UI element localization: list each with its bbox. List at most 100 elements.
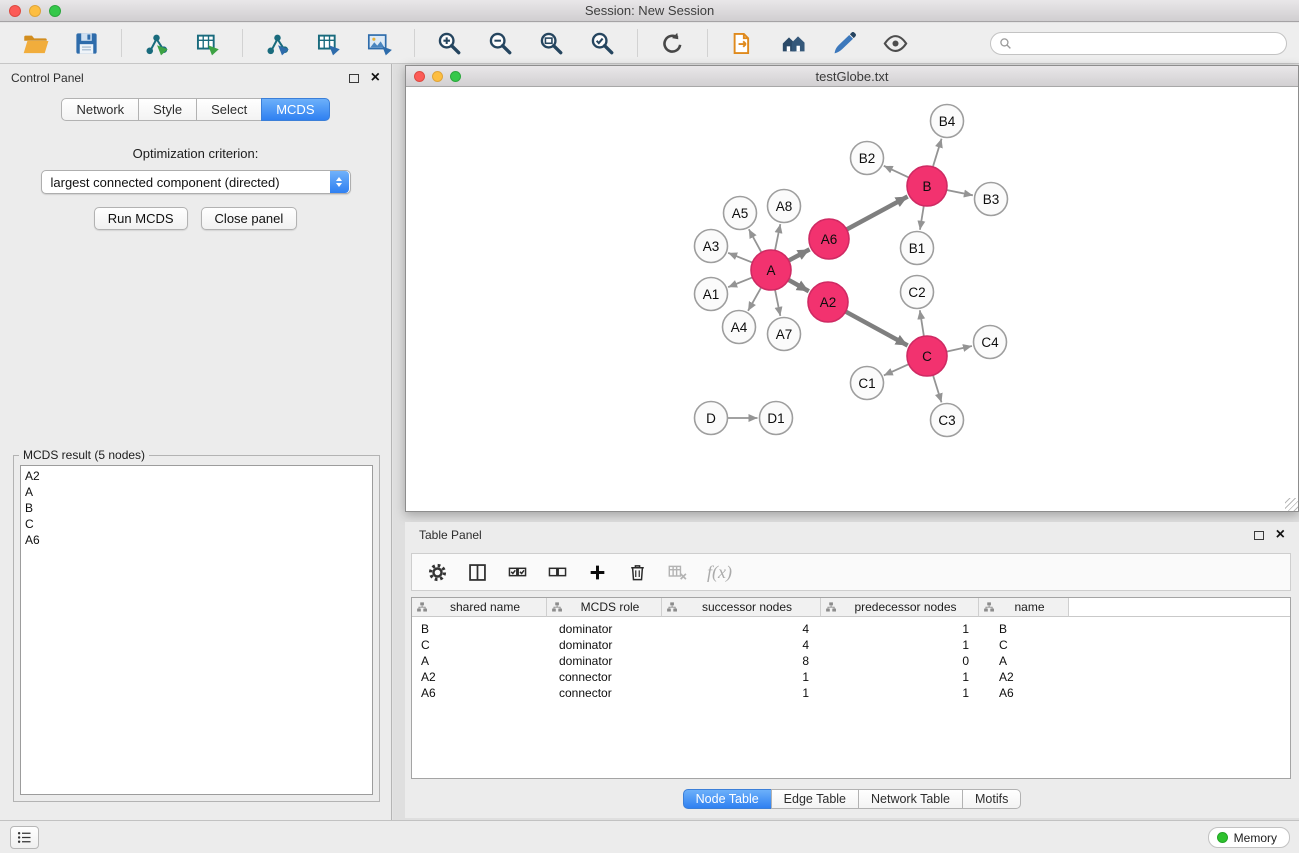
- graph-node-B[interactable]: B: [907, 166, 947, 206]
- graph-edge-A-A4[interactable]: [748, 287, 761, 310]
- graph-edge-A6-B[interactable]: [847, 196, 908, 229]
- tab-network[interactable]: Network: [61, 98, 139, 121]
- criterion-dropdown[interactable]: largest connected component (directed): [41, 170, 351, 194]
- graph-node-B1[interactable]: B1: [901, 232, 934, 265]
- float-panel-icon[interactable]: [349, 74, 359, 83]
- table-row[interactable]: Bdominator41B: [412, 621, 1290, 637]
- mcds-result-item[interactable]: A2: [25, 468, 368, 484]
- tab-edge-table[interactable]: Edge Table: [771, 789, 859, 809]
- graph-edge-B-B3[interactable]: [947, 190, 973, 195]
- export-image-button[interactable]: [361, 28, 398, 59]
- mcds-result-item[interactable]: A6: [25, 532, 368, 548]
- table-row[interactable]: Adominator80A: [412, 653, 1290, 669]
- table-cell[interactable]: A6: [979, 686, 1069, 700]
- delete-columns-button[interactable]: [620, 558, 655, 587]
- graph-node-C1[interactable]: C1: [851, 367, 884, 400]
- graph-node-D[interactable]: D: [695, 402, 728, 435]
- graph-node-A8[interactable]: A8: [768, 190, 801, 223]
- minimize-window-button[interactable]: [29, 5, 41, 17]
- network-window-titlebar[interactable]: testGlobe.txt: [406, 66, 1298, 87]
- graph-node-A4[interactable]: A4: [723, 311, 756, 344]
- graph-node-C4[interactable]: C4: [974, 326, 1007, 359]
- graph-node-D1[interactable]: D1: [760, 402, 793, 435]
- maximize-window-button[interactable]: [49, 5, 61, 17]
- graph-node-A1[interactable]: A1: [695, 278, 728, 311]
- graph-edge-B-B2[interactable]: [884, 166, 909, 178]
- graph-edge-C-C3[interactable]: [933, 375, 942, 402]
- window-titlebar[interactable]: Session: New Session: [0, 0, 1299, 22]
- zoom-selected-button[interactable]: [584, 28, 621, 59]
- network-minimize-button[interactable]: [432, 71, 443, 82]
- import-table-from-file-button[interactable]: [189, 28, 226, 59]
- table-row[interactable]: A6connector11A6: [412, 685, 1290, 701]
- mcds-result-item[interactable]: A: [25, 484, 368, 500]
- tab-mcds[interactable]: MCDS: [261, 98, 329, 121]
- table-cell[interactable]: dominator: [547, 638, 662, 652]
- network-close-button[interactable]: [414, 71, 425, 82]
- graph-edge-A-A8[interactable]: [775, 224, 780, 250]
- show-columns-button[interactable]: [460, 558, 495, 587]
- search-input[interactable]: [990, 32, 1287, 55]
- window-resize-grip[interactable]: [1285, 498, 1298, 511]
- table-cell[interactable]: 1: [821, 670, 979, 684]
- table-cell[interactable]: 1: [821, 622, 979, 636]
- run-mcds-button[interactable]: Run MCDS: [94, 207, 188, 230]
- home-view-button[interactable]: [775, 28, 812, 59]
- table-cell[interactable]: A6: [412, 686, 547, 700]
- tab-node-table[interactable]: Node Table: [683, 789, 772, 809]
- graph-edge-C-C1[interactable]: [884, 364, 909, 375]
- column-header-successor-nodes[interactable]: successor nodes: [662, 598, 821, 617]
- table-cell[interactable]: 1: [821, 686, 979, 700]
- table-cell[interactable]: dominator: [547, 622, 662, 636]
- graph-edge-A-A6[interactable]: [789, 249, 810, 260]
- graph-edge-B-B4[interactable]: [933, 139, 942, 167]
- mcds-result-item[interactable]: B: [25, 500, 368, 516]
- close-window-button[interactable]: [9, 5, 21, 17]
- column-header-shared-name[interactable]: shared name: [412, 598, 547, 617]
- save-session-button[interactable]: [68, 28, 105, 59]
- graph-node-C3[interactable]: C3: [931, 404, 964, 437]
- task-history-button[interactable]: [10, 826, 39, 849]
- table-row[interactable]: A2connector11A2: [412, 669, 1290, 685]
- graph-node-A3[interactable]: A3: [695, 230, 728, 263]
- table-cell[interactable]: A: [412, 654, 547, 668]
- table-cell[interactable]: C: [412, 638, 547, 652]
- table-cell[interactable]: 4: [662, 622, 821, 636]
- graph-node-A[interactable]: A: [751, 250, 791, 290]
- tab-style[interactable]: Style: [138, 98, 197, 121]
- graph-edge-A-A2[interactable]: [788, 280, 808, 291]
- copy-document-button[interactable]: [724, 28, 761, 59]
- graph-node-B2[interactable]: B2: [851, 142, 884, 175]
- create-column-button[interactable]: [580, 558, 615, 587]
- table-cell[interactable]: connector: [547, 670, 662, 684]
- table-cell[interactable]: dominator: [547, 654, 662, 668]
- float-table-panel-icon[interactable]: [1254, 531, 1264, 540]
- zoom-in-button[interactable]: [431, 28, 468, 59]
- column-header-mcds-role[interactable]: MCDS role: [547, 598, 662, 617]
- close-panel-icon[interactable]: [371, 72, 380, 84]
- zoom-out-button[interactable]: [482, 28, 519, 59]
- table-cell[interactable]: A2: [412, 670, 547, 684]
- graph-node-B3[interactable]: B3: [975, 183, 1008, 216]
- network-canvas[interactable]: B4B2BB3A5A8A6B1A3AC2A1A2A4A7C4CC1C3DD1: [406, 88, 1298, 511]
- graph-edge-C-C2[interactable]: [920, 310, 924, 336]
- table-cell[interactable]: B: [979, 622, 1069, 636]
- graph-node-A6[interactable]: A6: [809, 219, 849, 259]
- table-cell[interactable]: connector: [547, 686, 662, 700]
- tab-network-table[interactable]: Network Table: [858, 789, 963, 809]
- table-cell[interactable]: 4: [662, 638, 821, 652]
- graph-node-A5[interactable]: A5: [724, 197, 757, 230]
- deselect-all-rows-button[interactable]: [540, 558, 575, 587]
- table-mode-button[interactable]: [420, 558, 455, 587]
- graph-node-C2[interactable]: C2: [901, 276, 934, 309]
- paint-style-button[interactable]: [826, 28, 863, 59]
- close-mcds-panel-button[interactable]: Close panel: [201, 207, 298, 230]
- graph-node-B4[interactable]: B4: [931, 105, 964, 138]
- graph-edge-A-A5[interactable]: [749, 229, 762, 252]
- table-cell[interactable]: A: [979, 654, 1069, 668]
- column-header-predecessor-nodes[interactable]: predecessor nodes: [821, 598, 979, 617]
- show-hide-elements-button[interactable]: [877, 28, 914, 59]
- graph-edge-A-A1[interactable]: [728, 277, 752, 287]
- table-cell[interactable]: 1: [662, 670, 821, 684]
- table-row[interactable]: Cdominator41C: [412, 637, 1290, 653]
